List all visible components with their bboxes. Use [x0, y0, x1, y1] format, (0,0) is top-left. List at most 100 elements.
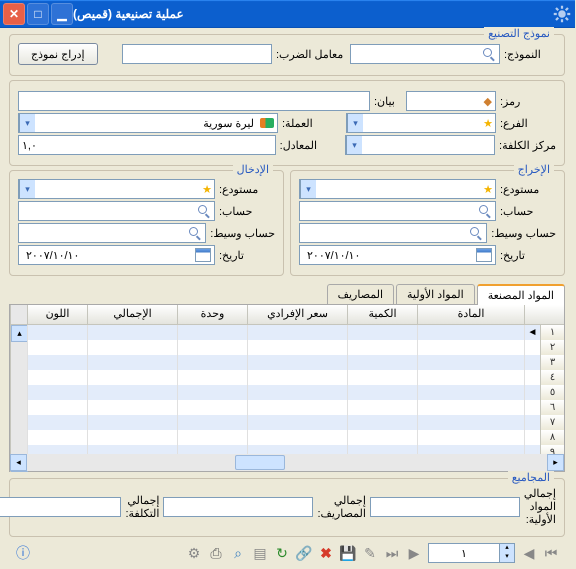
branch-label: الفرع:: [501, 117, 557, 130]
window-title: عملية تصنيعية (قميص): [74, 7, 544, 21]
filter-icon[interactable]: ▤: [253, 545, 269, 561]
star-icon: ★: [482, 183, 496, 196]
star-icon: ★: [201, 183, 215, 196]
out-account-lookup[interactable]: [300, 201, 497, 221]
tab-raw[interactable]: المواد الأولية: [397, 284, 476, 305]
refresh-icon[interactable]: ↻: [275, 545, 291, 561]
code-input[interactable]: ◆: [407, 91, 497, 111]
costcenter-dropdown[interactable]: ▾: [346, 135, 496, 155]
table-row[interactable]: ٣: [28, 355, 565, 370]
table-row[interactable]: ◄١: [28, 325, 565, 340]
col-unitprice[interactable]: سعر الإفرادي: [248, 305, 348, 324]
output-title: الإخراج: [515, 163, 555, 176]
search-icon: [470, 226, 484, 240]
in-midacc-lookup[interactable]: [19, 223, 207, 243]
in-account-lookup[interactable]: [19, 201, 216, 221]
record-number[interactable]: [430, 544, 500, 562]
branch-dropdown[interactable]: ★▾: [347, 113, 497, 133]
in-date-label: تاريخ:: [220, 249, 276, 262]
col-color[interactable]: اللون: [28, 305, 88, 324]
table-row[interactable]: ٤: [28, 370, 565, 385]
table-row[interactable]: ٦: [28, 400, 565, 415]
model-lookup[interactable]: [351, 44, 501, 64]
in-store-dropdown[interactable]: ★▾: [19, 179, 216, 199]
save-icon[interactable]: 💾: [341, 545, 357, 561]
col-material[interactable]: المادة: [418, 305, 525, 324]
chevron-down-icon: ▾: [301, 180, 317, 198]
totals-fieldset: المجاميع إجمالي المواد الأولية: إجمالي ا…: [10, 478, 566, 537]
vertical-scrollbar[interactable]: ▴ ▾: [11, 325, 28, 472]
exp-total-label: إجمالي المصاريف:: [318, 494, 366, 520]
desc-input[interactable]: [19, 91, 371, 111]
close-button[interactable]: ✕: [4, 3, 26, 25]
titlebar: ✕ □ ▁ عملية تصنيعية (قميص): [0, 0, 576, 28]
currency-label: العملة:: [283, 117, 319, 130]
nav-prev-icon[interactable]: ◀: [522, 545, 538, 561]
in-account-label: حساب:: [220, 205, 276, 218]
out-midacc-lookup[interactable]: [300, 223, 488, 243]
raw-total-label: إجمالي المواد الأولية:: [525, 487, 557, 526]
in-midacc-label: حساب وسيط:: [211, 227, 276, 240]
chevron-down-icon: ▾: [348, 114, 364, 132]
out-account-label: حساب:: [501, 205, 557, 218]
maximize-button[interactable]: □: [28, 3, 50, 25]
materials-grid[interactable]: اللون الإجمالي وحدة سعر الإفرادي الكمية …: [10, 304, 566, 472]
nav-last-icon[interactable]: ⏭: [385, 545, 401, 561]
spin-up[interactable]: ▴: [500, 544, 515, 553]
table-row[interactable]: ٢: [28, 340, 565, 355]
settings-icon[interactable]: ⚙: [187, 545, 203, 561]
tabs: المواد المصنعة المواد الأولية المصاريف: [10, 284, 566, 305]
cost-total-input[interactable]: [0, 497, 122, 517]
input-title: الإدخال: [234, 163, 274, 176]
nav-next-icon[interactable]: ▶: [407, 545, 423, 561]
app-icon: [554, 5, 572, 23]
horizontal-scrollbar[interactable]: ◂ ▸: [11, 454, 565, 471]
minimize-button[interactable]: ▁: [52, 3, 74, 25]
record-spinner[interactable]: ▴▾: [429, 543, 516, 563]
currency-value: ليرة سورية: [36, 117, 258, 130]
insert-model-button[interactable]: إدراج نموذج: [19, 43, 99, 65]
delete-icon[interactable]: ✖: [319, 545, 335, 561]
nav-first-icon[interactable]: ⏮: [544, 545, 560, 561]
scroll-up-button[interactable]: ▴: [12, 325, 29, 342]
model-label: النموذج:: [505, 48, 557, 61]
cost-total-label: إجمالي التكلفة:: [126, 494, 160, 520]
out-store-dropdown[interactable]: ★▾: [300, 179, 497, 199]
tab-produced[interactable]: المواد المصنعة: [478, 284, 566, 305]
in-date-input[interactable]: ٢٠٠٧/١٠/١٠: [19, 245, 216, 265]
totals-title: المجاميع: [509, 471, 555, 484]
table-row[interactable]: ٧: [28, 415, 565, 430]
calendar-icon: [477, 248, 493, 262]
col-unit[interactable]: وحدة: [178, 305, 248, 324]
table-row[interactable]: ٨: [28, 430, 565, 445]
input-fieldset: الإدخال مستودع: ★▾ حساب: حساب وسيط: تاري…: [10, 170, 285, 276]
rate-input[interactable]: [19, 135, 277, 155]
multiplier-label: معامل الضرب:: [277, 48, 347, 61]
chevron-down-icon: ▾: [20, 180, 36, 198]
currency-icon: [261, 118, 275, 128]
scroll-right-button[interactable]: ▸: [548, 454, 565, 471]
info-icon[interactable]: ⓘ: [16, 545, 32, 561]
currency-dropdown[interactable]: ليرة سورية ▾: [19, 113, 279, 133]
table-row[interactable]: ٥: [28, 385, 565, 400]
search-icon: [479, 204, 493, 218]
col-qty[interactable]: الكمية: [348, 305, 418, 324]
out-store-label: مستودع:: [501, 183, 557, 196]
raw-total-input[interactable]: [371, 497, 521, 517]
new-icon[interactable]: ✎: [363, 545, 379, 561]
search-icon: [189, 226, 203, 240]
header-fieldset: رمز: ◆ بيان: الفرع: ★▾ العملة: ليرة سوري…: [10, 80, 566, 166]
tab-expenses[interactable]: المصاريف: [328, 284, 395, 305]
link-icon[interactable]: 🔗: [297, 545, 313, 561]
view-icon[interactable]: ⌕: [231, 545, 247, 561]
print-icon[interactable]: ⎙: [209, 545, 225, 561]
col-total[interactable]: الإجمالي: [88, 305, 178, 324]
model-section-title: نموذج التصنيع: [485, 27, 555, 40]
chevron-down-icon: ▾: [20, 114, 36, 132]
grid-body[interactable]: ◄١٢٣٤٥٦٧٨٩: [28, 325, 565, 472]
scroll-left-button[interactable]: ◂: [11, 454, 28, 471]
out-date-input[interactable]: ٢٠٠٧/١٠/١٠: [300, 245, 497, 265]
chevron-down-icon: ▾: [347, 136, 363, 154]
multiplier-input[interactable]: [123, 44, 273, 64]
exp-total-input[interactable]: [164, 497, 314, 517]
